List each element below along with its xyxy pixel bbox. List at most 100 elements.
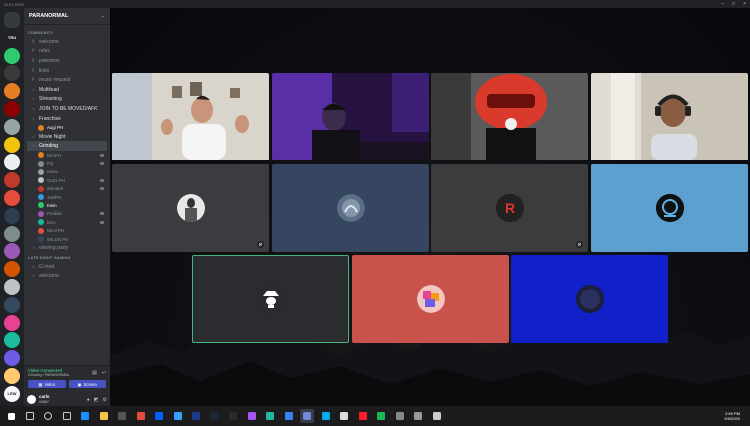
skype-icon[interactable]: [319, 409, 333, 423]
channel-item[interactable]: # music-request: [24, 75, 110, 85]
participant-tile[interactable]: [511, 255, 668, 343]
hex-icon[interactable]: [226, 409, 240, 423]
voice-user[interactable]: Ezio: [24, 218, 110, 226]
channel-item[interactable]: ◃ Movie Night: [24, 132, 110, 142]
task-view-icon[interactable]: [60, 409, 74, 423]
home-icon[interactable]: [4, 12, 20, 28]
channel-item[interactable]: ◃ Grinding: [27, 141, 107, 151]
discord-icon[interactable]: [300, 409, 314, 423]
participant-tile[interactable]: [591, 164, 748, 252]
store-icon[interactable]: [115, 409, 129, 423]
dropbox-icon[interactable]: [152, 409, 166, 423]
server-icon[interactable]: [4, 261, 20, 278]
minimize-icon[interactable]: –: [721, 1, 724, 7]
muted-mic-icon: ⊘: [257, 241, 264, 248]
channel-item[interactable]: ◃ Multiload: [24, 85, 110, 95]
gear-icon[interactable]: ⚙: [103, 397, 107, 403]
headphones-icon[interactable]: ◩: [94, 397, 99, 403]
voice-user[interactable]: WILDS PH: [24, 235, 110, 243]
channel-item[interactable]: ◃ Streaming: [24, 95, 110, 105]
avatar[interactable]: [27, 395, 36, 404]
blue-app-icon[interactable]: [282, 409, 296, 423]
cortana-icon[interactable]: [41, 409, 55, 423]
video-tile[interactable]: [272, 73, 429, 161]
maximize-icon[interactable]: □: [732, 1, 735, 7]
server-icon[interactable]: [4, 368, 20, 384]
channel-item[interactable]: ◃ viewing party: [24, 243, 110, 253]
voice-user[interactable]: Augi PH: [24, 123, 110, 131]
video-tile[interactable]: [112, 73, 269, 161]
microphone-icon[interactable]: ●: [87, 397, 90, 403]
voice-user[interactable]: Gumi PH: [24, 176, 110, 184]
server-icon[interactable]: [4, 118, 20, 135]
opera-icon[interactable]: [356, 409, 370, 423]
search-icon[interactable]: [23, 409, 37, 423]
edge-icon[interactable]: [78, 409, 92, 423]
server-icon[interactable]: [4, 190, 20, 206]
ps-icon[interactable]: [189, 409, 203, 423]
server-header[interactable]: PARANORMAL ⌄: [24, 8, 110, 25]
server-icon[interactable]: LEW: [4, 385, 20, 402]
server-icon[interactable]: [4, 243, 20, 260]
participant-tile[interactable]: [272, 164, 429, 252]
server-icon[interactable]: [4, 314, 20, 331]
channel-item[interactable]: ◃ G mod: [24, 262, 110, 272]
video-tile[interactable]: [431, 73, 588, 161]
voice-user[interactable]: PQ: [24, 159, 110, 167]
server-icon[interactable]: [4, 207, 20, 224]
participant-tile[interactable]: R ⊘: [431, 164, 588, 252]
server-icon[interactable]: [4, 279, 20, 295]
channel-item[interactable]: ◃ welcome: [24, 271, 110, 281]
windows-start-icon[interactable]: [4, 409, 18, 423]
server-icon[interactable]: [4, 332, 20, 349]
app-red-icon[interactable]: [134, 409, 148, 423]
server-icon[interactable]: [4, 47, 20, 64]
server-icon[interactable]: [4, 172, 20, 189]
signal-icon[interactable]: ▤: [92, 370, 97, 376]
back-icon[interactable]: [430, 409, 444, 423]
screen-share-button[interactable]: ▣ Screen: [68, 380, 106, 388]
video-button[interactable]: ▩ Video: [28, 380, 66, 388]
voice-user[interactable]: JaelPH: [24, 193, 110, 201]
voice-user[interactable]: Nicol PH: [24, 226, 110, 234]
voice-channel-info[interactable]: Grinding / PARANORMAL: [28, 373, 69, 377]
video-tile[interactable]: [591, 73, 748, 161]
server-icon[interactable]: [4, 101, 20, 117]
voice-user[interactable]: Freddie: [24, 210, 110, 218]
circle-app-icon[interactable]: [337, 409, 351, 423]
participant-tile[interactable]: [192, 255, 349, 343]
category-header[interactable]: COMMUNITY: [24, 28, 110, 37]
grid-app-icon[interactable]: [411, 409, 425, 423]
server-icon[interactable]: [4, 65, 20, 82]
voice-user[interactable]: Ivana: [24, 168, 110, 176]
server-icon[interactable]: TRU: [4, 29, 20, 46]
server-icon[interactable]: [4, 83, 20, 100]
channel-item[interactable]: # rules: [24, 47, 110, 57]
teal-app-icon[interactable]: [263, 409, 277, 423]
category-header[interactable]: LATE NIGHT GAMING: [24, 253, 110, 262]
channel-item[interactable]: ◃ JOIN TO BE MOVED/AFK: [24, 104, 110, 114]
server-icon[interactable]: [4, 225, 20, 242]
channel-item[interactable]: # links: [24, 66, 110, 76]
server-icon[interactable]: [4, 350, 20, 367]
steam-icon[interactable]: [208, 409, 222, 423]
voice-user[interactable]: Kwin: [24, 201, 110, 209]
activity-icon[interactable]: [245, 409, 259, 423]
participant-tile[interactable]: ⊘: [112, 164, 269, 252]
bolt-icon[interactable]: [171, 409, 185, 423]
close-icon[interactable]: ×: [743, 1, 746, 7]
server-icon[interactable]: [4, 154, 20, 171]
participant-tile[interactable]: [352, 255, 509, 343]
channel-item[interactable]: ◃ Franchise: [24, 114, 110, 124]
monitor-icon[interactable]: [393, 409, 407, 423]
folder-icon[interactable]: [97, 409, 111, 423]
voice-user[interactable]: Soloded: [24, 184, 110, 192]
server-icon[interactable]: [4, 136, 20, 153]
server-icon[interactable]: [4, 296, 20, 313]
disconnect-icon[interactable]: ↩: [102, 370, 106, 376]
channel-item[interactable]: # welcome: [24, 37, 110, 47]
taskbar-clock[interactable]: 2:59 PM 5/9/2020: [724, 411, 746, 421]
channel-item[interactable]: # pokemon: [24, 56, 110, 66]
spotify-icon[interactable]: [374, 409, 388, 423]
voice-user[interactable]: DevPH: [24, 151, 110, 159]
